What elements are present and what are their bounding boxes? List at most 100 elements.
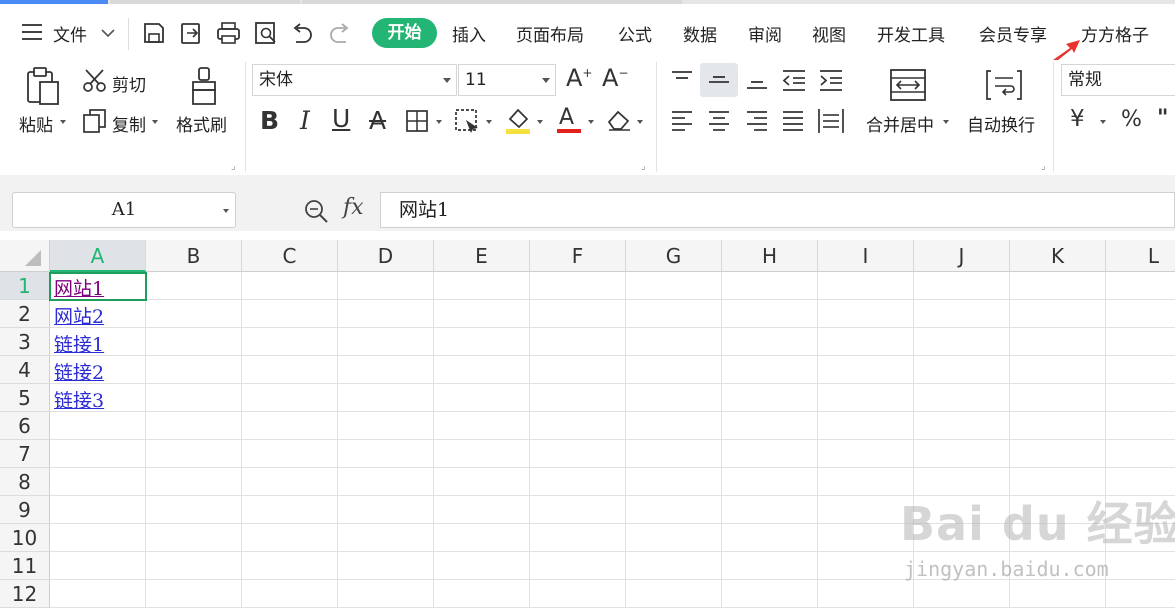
cell-h8[interactable]	[722, 468, 818, 496]
borders-icon[interactable]	[405, 109, 429, 133]
cell-e2[interactable]	[434, 300, 530, 328]
name-box[interactable]: A1	[12, 192, 236, 228]
alignment-group-expander-icon[interactable]: ⌟	[1041, 161, 1046, 172]
row-header-9[interactable]: 9	[0, 496, 50, 524]
wrap-text-icon[interactable]	[985, 68, 1023, 102]
cell-h5[interactable]	[722, 384, 818, 412]
align-bottom-icon[interactable]	[745, 68, 769, 92]
cell-c2[interactable]	[242, 300, 338, 328]
row-header-1[interactable]: 1	[0, 272, 50, 300]
cell-l11[interactable]	[1106, 552, 1175, 580]
cell-f1[interactable]	[530, 272, 626, 300]
cell-l2[interactable]	[1106, 300, 1175, 328]
tab-view[interactable]: 视图	[812, 21, 846, 46]
formula-input[interactable]: 网站1	[380, 192, 1175, 228]
cell-i6[interactable]	[818, 412, 914, 440]
cell-d12[interactable]	[338, 580, 434, 608]
cell-b8[interactable]	[146, 468, 242, 496]
redo-icon[interactable]	[328, 22, 352, 44]
cell-i1[interactable]	[818, 272, 914, 300]
cell-l4[interactable]	[1106, 356, 1175, 384]
cell-c8[interactable]	[242, 468, 338, 496]
cell-h2[interactable]	[722, 300, 818, 328]
cell-d4[interactable]	[338, 356, 434, 384]
chevron-down-icon[interactable]	[101, 28, 115, 38]
cell-g10[interactable]	[626, 524, 722, 552]
cell-f8[interactable]	[530, 468, 626, 496]
tab-start[interactable]: 开始	[372, 18, 437, 48]
row-header-4[interactable]: 4	[0, 356, 50, 384]
currency-format-button[interactable]: ¥	[1070, 106, 1085, 132]
cell-f9[interactable]	[530, 496, 626, 524]
paste-dropdown-caret[interactable]	[60, 120, 66, 124]
cell-c6[interactable]	[242, 412, 338, 440]
cell-b3[interactable]	[146, 328, 242, 356]
align-center-icon[interactable]	[707, 109, 731, 133]
cell-j3[interactable]	[914, 328, 1010, 356]
cell-g12[interactable]	[626, 580, 722, 608]
cell-b11[interactable]	[146, 552, 242, 580]
hyperlink-a2[interactable]: 网站2	[54, 302, 104, 329]
cell-c1[interactable]	[242, 272, 338, 300]
chevron-down-icon[interactable]	[223, 209, 229, 213]
row-header-6[interactable]: 6	[0, 412, 50, 440]
cell-k3[interactable]	[1010, 328, 1106, 356]
cell-g8[interactable]	[626, 468, 722, 496]
format-painter-button[interactable]: 格式刷	[176, 111, 227, 136]
export-icon[interactable]	[179, 21, 205, 45]
print-preview-icon[interactable]	[254, 21, 280, 45]
cell-c9[interactable]	[242, 496, 338, 524]
merge-center-icon[interactable]	[889, 68, 927, 102]
select-all-triangle-icon[interactable]	[24, 249, 42, 267]
row-header-8[interactable]: 8	[0, 468, 50, 496]
copy-dropdown-caret[interactable]	[152, 120, 158, 124]
copy-icon[interactable]	[82, 108, 108, 134]
cell-f10[interactable]	[530, 524, 626, 552]
row-header-10[interactable]: 10	[0, 524, 50, 552]
cell-c12[interactable]	[242, 580, 338, 608]
cell-a10[interactable]	[50, 524, 146, 552]
cell-a7[interactable]	[50, 440, 146, 468]
cell-k4[interactable]	[1010, 356, 1106, 384]
merge-center-dropdown-caret[interactable]	[943, 120, 949, 124]
cell-c11[interactable]	[242, 552, 338, 580]
row-header-3[interactable]: 3	[0, 328, 50, 356]
font-size-combobox[interactable]: 11	[458, 64, 556, 96]
cell-k1[interactable]	[1010, 272, 1106, 300]
strikethrough-icon[interactable]: A	[369, 106, 386, 135]
wrap-text-button[interactable]: 自动换行	[967, 111, 1035, 136]
tab-insert[interactable]: 插入	[452, 21, 486, 46]
fill-color-icon[interactable]	[505, 106, 531, 136]
cell-l1[interactable]	[1106, 272, 1175, 300]
cell-h11[interactable]	[722, 552, 818, 580]
align-left-icon[interactable]	[670, 109, 694, 133]
fill-color-dropdown-caret[interactable]	[537, 120, 543, 124]
row-header-2[interactable]: 2	[0, 300, 50, 328]
column-header-g[interactable]: G	[626, 240, 722, 272]
cell-f4[interactable]	[530, 356, 626, 384]
cell-j1[interactable]	[914, 272, 1010, 300]
font-color-icon[interactable]: A	[556, 104, 582, 136]
select-all-corner[interactable]	[0, 240, 50, 272]
column-header-a[interactable]: A	[50, 240, 146, 272]
row-header-12[interactable]: 12	[0, 580, 50, 608]
cell-c4[interactable]	[242, 356, 338, 384]
cell-b2[interactable]	[146, 300, 242, 328]
cell-style-icon[interactable]	[454, 108, 482, 134]
cell-f11[interactable]	[530, 552, 626, 580]
align-top-icon[interactable]	[670, 68, 694, 92]
cell-e12[interactable]	[434, 580, 530, 608]
insert-function-button[interactable]: fx	[343, 195, 364, 220]
cell-b1[interactable]	[146, 272, 242, 300]
chevron-down-icon[interactable]	[542, 78, 550, 83]
number-format-combobox[interactable]: 常规	[1061, 64, 1175, 96]
thousands-separator-icon[interactable]: "	[1157, 106, 1168, 131]
cell-g7[interactable]	[626, 440, 722, 468]
zoom-search-icon[interactable]	[303, 198, 329, 224]
cell-f7[interactable]	[530, 440, 626, 468]
hyperlink-a3[interactable]: 链接1	[54, 330, 104, 357]
cell-g3[interactable]	[626, 328, 722, 356]
column-header-c[interactable]: C	[242, 240, 338, 272]
cell-f3[interactable]	[530, 328, 626, 356]
cell-e7[interactable]	[434, 440, 530, 468]
